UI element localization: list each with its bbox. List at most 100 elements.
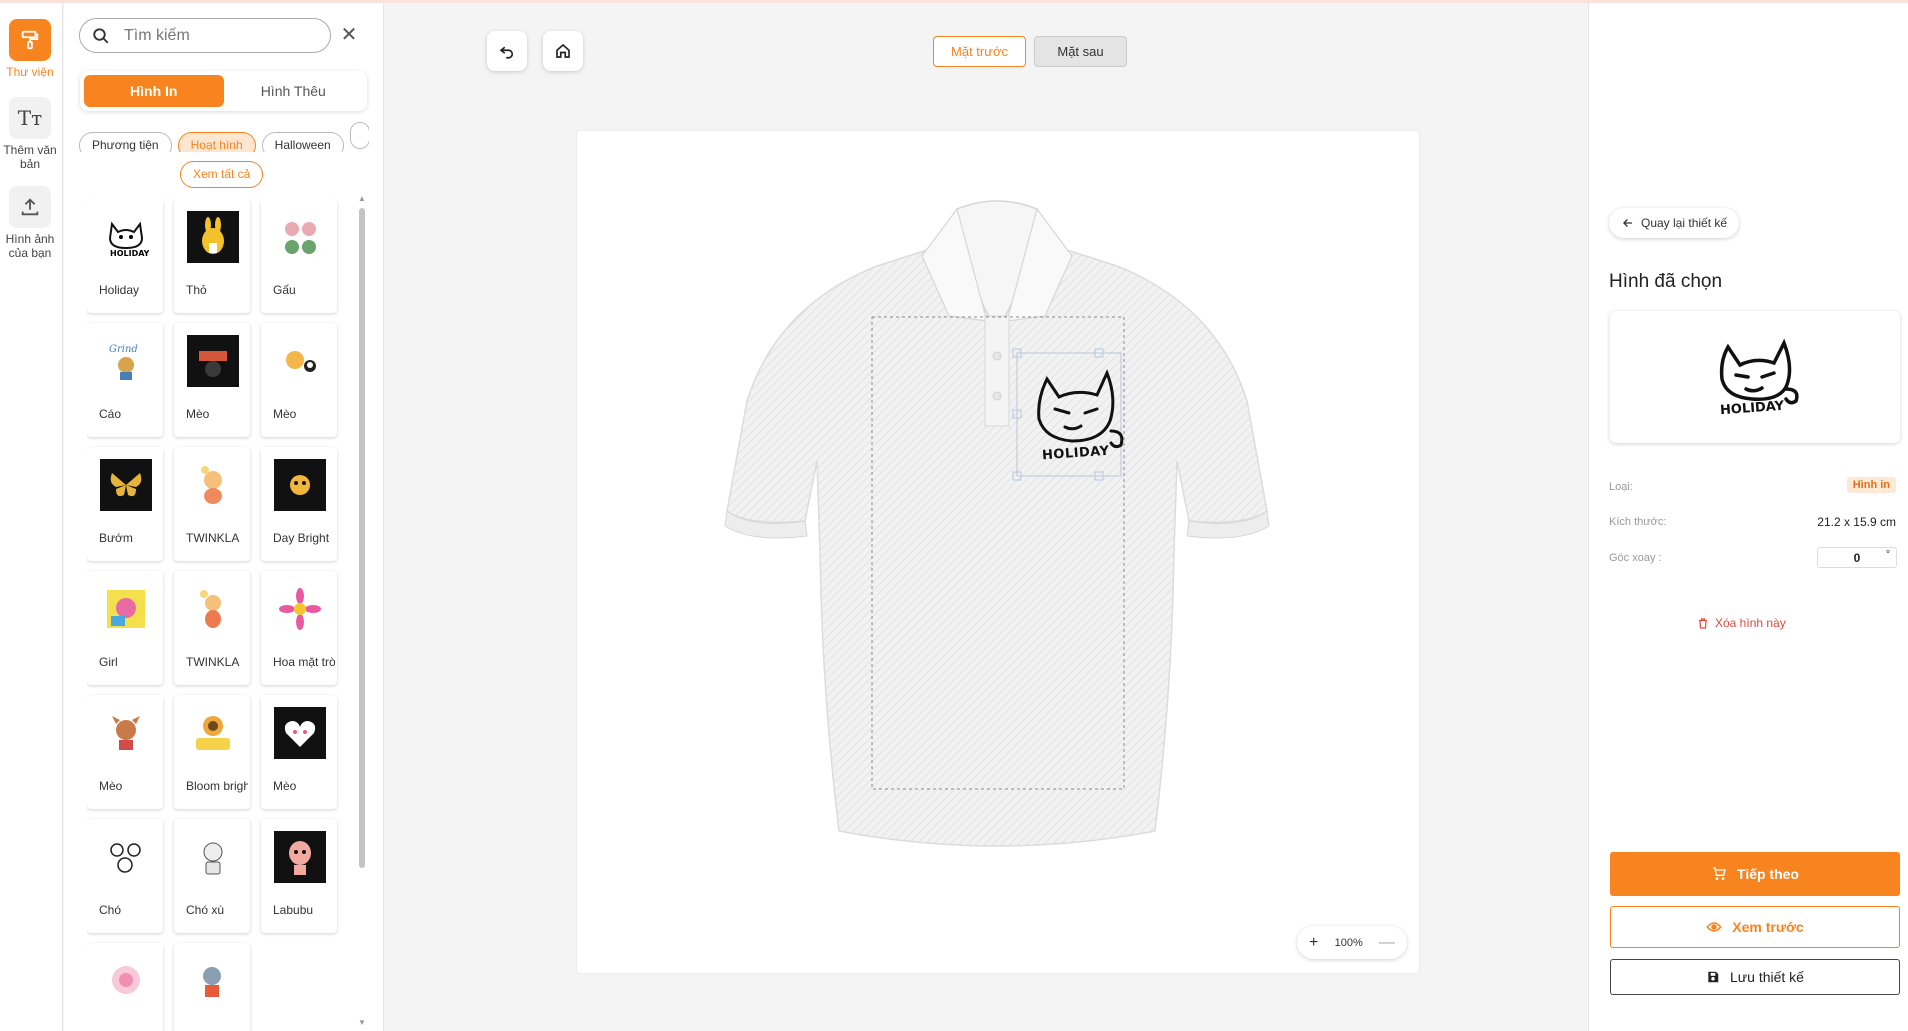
design-card[interactable]: Day Bright xyxy=(261,447,337,561)
design-card[interactable]: Girl xyxy=(87,571,163,685)
design-thumbnail xyxy=(187,459,239,511)
delete-image-button[interactable]: Xóa hình này xyxy=(1697,616,1786,630)
save-icon xyxy=(1708,971,1719,983)
design-thumbnail xyxy=(187,707,239,759)
design-canvas[interactable]: HOLIDAY xyxy=(576,130,1420,974)
design-card-name: Bướm xyxy=(99,531,133,545)
category-chips: Phương tiện Hoạt hình Halloween xyxy=(79,122,369,152)
design-thumbnail xyxy=(100,955,152,1007)
rail-library[interactable]: Thư viện xyxy=(0,19,60,79)
angle-value: 0 xyxy=(1853,550,1861,565)
left-tool-rail: Thư viện Tт Thêm văn bản Hình ảnh của bạ… xyxy=(0,3,63,1031)
design-card[interactable]: Gấu xyxy=(261,199,337,313)
svg-text:HOLIDAY: HOLIDAY xyxy=(110,249,149,258)
side-back-button[interactable]: Mặt sau xyxy=(1034,36,1127,67)
design-card[interactable]: Thỏ xyxy=(174,199,250,313)
preview-label: Xem trước xyxy=(1732,919,1804,935)
category-chip[interactable]: Hoạt hình xyxy=(177,132,256,152)
zoom-in-icon[interactable]: + xyxy=(1309,934,1318,952)
design-card[interactable]: TWINKLA xyxy=(174,447,250,561)
design-card[interactable]: Chó xyxy=(87,819,163,933)
design-thumbnail: Grind xyxy=(100,335,152,387)
undo-button[interactable] xyxy=(487,31,527,71)
tab-print[interactable]: Hình In xyxy=(84,75,224,107)
category-chip-overflow[interactable] xyxy=(349,122,369,149)
design-card[interactable]: Bướm xyxy=(87,447,163,561)
design-card[interactable]: Grind Cáo xyxy=(87,323,163,437)
search-input[interactable] xyxy=(124,26,304,45)
design-thumbnail xyxy=(274,211,326,263)
design-card[interactable]: Hoa mặt trời xyxy=(261,571,337,685)
design-card[interactable]: Labubu xyxy=(261,819,337,933)
tab-embroidery[interactable]: Hình Thêu xyxy=(224,75,364,107)
category-chip[interactable]: Halloween xyxy=(261,132,344,152)
next-button[interactable]: Tiếp theo xyxy=(1610,852,1900,896)
selection-panel: Quay lại thiết kế Hình đã chọn HOLIDAY L… xyxy=(1588,3,1908,1031)
design-card[interactable]: TWINKLA xyxy=(174,571,250,685)
preview-button[interactable]: Xem trước xyxy=(1610,906,1900,948)
design-card[interactable]: Mèo xyxy=(174,323,250,437)
close-icon[interactable]: ✕ xyxy=(339,25,359,45)
zoom-control: + 100% — xyxy=(1297,926,1407,959)
design-card-name: Mèo xyxy=(273,407,297,421)
back-to-design-button[interactable]: Quay lại thiết kế xyxy=(1609,208,1740,238)
design-card-name: Chó xù xyxy=(186,903,225,917)
svg-text:Grind: Grind xyxy=(109,344,138,355)
design-card[interactable]: Bloom bright xyxy=(174,695,250,809)
category-chip[interactable]: Phương tiện xyxy=(79,132,172,152)
rail-add-text[interactable]: Tт Thêm văn bản xyxy=(0,97,60,171)
rail-your-images[interactable]: Hình ảnh của bạn xyxy=(0,186,60,260)
design-card-name: Labubu xyxy=(273,903,314,917)
design-thumbnail xyxy=(274,335,326,387)
design-thumbnail xyxy=(187,335,239,387)
angle-input[interactable]: 0 ° xyxy=(1817,547,1897,568)
design-card-name: Mèo xyxy=(273,779,297,793)
design-card[interactable]: HOLIDAY Holiday xyxy=(87,199,163,313)
back-to-design-label: Quay lại thiết kế xyxy=(1641,216,1728,230)
design-card[interactable]: Chó xù xyxy=(174,819,250,933)
design-thumbnail xyxy=(100,459,152,511)
cart-icon xyxy=(1713,867,1726,880)
design-thumbnail: HOLIDAY xyxy=(100,211,152,263)
rail-add-text-label: Thêm văn bản xyxy=(3,143,57,171)
see-all-button[interactable]: Xem tất cả xyxy=(180,161,264,188)
design-card-name: Girl xyxy=(99,655,118,669)
save-design-label: Lưu thiết kế xyxy=(1730,969,1804,985)
eye-icon xyxy=(1706,922,1722,932)
design-thumbnail xyxy=(100,583,152,635)
selected-design-preview: HOLIDAY xyxy=(1610,311,1900,443)
design-card-name: Gấu xyxy=(273,283,296,297)
polo-shirt-mockup xyxy=(724,200,1270,847)
zoom-level: 100% xyxy=(1334,936,1363,949)
save-design-button[interactable]: Lưu thiết kế xyxy=(1610,959,1900,995)
design-thumbnail xyxy=(274,583,326,635)
angle-unit: ° xyxy=(1886,549,1890,560)
design-card[interactable]: Mèo xyxy=(261,323,337,437)
design-card-name: TWINKLA xyxy=(186,531,240,545)
size-value: 21.2 x 15.9 cm xyxy=(1817,515,1896,529)
paint-roller-icon xyxy=(9,19,51,61)
design-card[interactable]: Mèo xyxy=(261,695,337,809)
design-card[interactable]: Mèo xyxy=(87,695,163,809)
design-thumbnail xyxy=(187,955,239,1007)
print-type-tabs: Hình In Hình Thêu xyxy=(80,71,367,111)
type-badge: Hình in xyxy=(1846,477,1896,493)
design-card-name: Chó xyxy=(99,903,122,917)
design-card-name: Cáo xyxy=(99,407,122,421)
design-card-name: Mèo xyxy=(186,407,210,421)
undo-icon xyxy=(499,46,514,59)
design-card-name: Bloom bright xyxy=(186,779,248,793)
design-thumbnail xyxy=(274,831,326,883)
design-card[interactable] xyxy=(174,943,250,1031)
rail-library-label: Thư viện xyxy=(6,65,54,79)
side-front-button[interactable]: Mặt trước xyxy=(933,36,1026,67)
scrollbar-thumb[interactable] xyxy=(359,208,365,868)
zoom-out-icon[interactable]: — xyxy=(1379,934,1395,952)
design-grid: HOLIDAY Holiday Thỏ Gấu Grind Cáo Mèo Mè… xyxy=(87,199,362,1031)
home-button[interactable] xyxy=(543,31,583,71)
design-card-name: Mèo xyxy=(99,779,123,793)
rail-your-images-label: Hình ảnh của bạn xyxy=(5,232,55,260)
library-scrollbar[interactable]: ▲ ▼ xyxy=(358,194,366,1029)
design-card[interactable] xyxy=(87,943,163,1031)
type-label: Loại: xyxy=(1609,481,1633,493)
